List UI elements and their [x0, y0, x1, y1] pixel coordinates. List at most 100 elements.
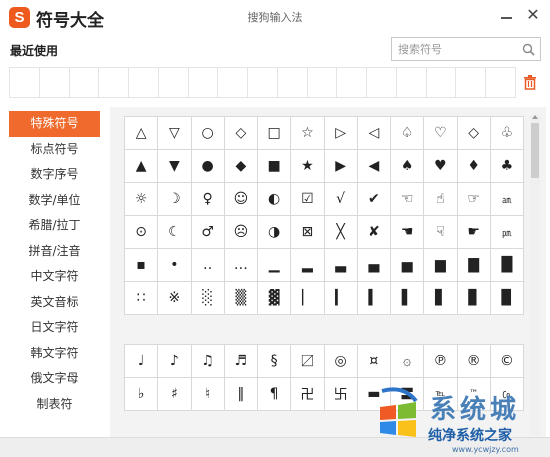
- symbol-cell[interactable]: …: [224, 249, 258, 282]
- sidebar-item[interactable]: 特殊符号: [9, 111, 100, 137]
- symbol-cell[interactable]: ▁: [258, 249, 292, 282]
- symbol-cell[interactable]: §: [258, 345, 292, 378]
- recent-symbol-slot[interactable]: [159, 68, 189, 97]
- recent-symbol-slot[interactable]: [308, 68, 338, 97]
- recent-symbol-slot[interactable]: [486, 68, 515, 97]
- symbol-cell[interactable]: 〼: [291, 345, 325, 378]
- recent-symbol-slot[interactable]: [10, 68, 40, 97]
- search-icon[interactable]: [522, 43, 535, 56]
- symbol-cell[interactable]: ☟: [424, 216, 458, 249]
- recent-symbol-slot[interactable]: [456, 68, 487, 97]
- scroll-up-arrow-icon[interactable]: [532, 115, 538, 119]
- scroll-thumb[interactable]: [531, 123, 539, 178]
- symbol-cell[interactable]: ▲: [125, 150, 159, 183]
- symbol-cell[interactable]: ▋: [424, 282, 458, 315]
- symbol-cell[interactable]: █: [490, 249, 524, 282]
- symbol-cell[interactable]: ♣: [490, 150, 524, 183]
- symbol-cell[interactable]: ♤: [391, 117, 425, 150]
- symbol-cell[interactable]: ▇: [457, 249, 491, 282]
- symbol-cell[interactable]: ▷: [324, 117, 358, 150]
- sidebar-item[interactable]: 制表符: [9, 392, 100, 418]
- symbol-cell[interactable]: ♭: [125, 378, 159, 411]
- sidebar-item[interactable]: 韩文字符: [9, 341, 100, 367]
- symbol-cell[interactable]: ▄: [357, 249, 391, 282]
- symbol-cell[interactable]: △: [125, 117, 159, 150]
- symbol-cell[interactable]: ⊙: [125, 216, 159, 249]
- recent-symbol-slot[interactable]: [427, 68, 457, 97]
- recent-symbol-slot[interactable]: [278, 68, 308, 97]
- recent-symbol-slot[interactable]: [99, 68, 130, 97]
- symbol-cell[interactable]: ▎: [324, 282, 358, 315]
- symbol-cell[interactable]: ♦: [457, 150, 491, 183]
- symbol-cell[interactable]: ◀: [357, 150, 391, 183]
- symbol-cell[interactable]: ▌: [391, 282, 425, 315]
- symbol-cell[interactable]: ♫: [191, 345, 225, 378]
- symbol-cell[interactable]: ▓: [258, 282, 292, 315]
- symbol-cell[interactable]: ■: [258, 150, 292, 183]
- sidebar-item[interactable]: 拼音/注音: [9, 239, 100, 265]
- symbol-cell[interactable]: ☚: [391, 216, 425, 249]
- symbol-cell[interactable]: ♬: [224, 345, 258, 378]
- symbol-cell[interactable]: ♯: [158, 378, 192, 411]
- symbol-cell[interactable]: ♩: [125, 345, 159, 378]
- symbol-cell[interactable]: ▶: [324, 150, 358, 183]
- symbol-cell[interactable]: ㏘: [490, 216, 524, 249]
- symbol-cell[interactable]: ╳: [324, 216, 358, 249]
- symbol-cell[interactable]: ▍: [357, 282, 391, 315]
- symbol-cell[interactable]: ∷: [125, 282, 159, 315]
- symbol-cell[interactable]: ◁: [357, 117, 391, 150]
- symbol-cell[interactable]: ۞: [391, 345, 425, 378]
- symbol-cell[interactable]: ♪: [158, 345, 192, 378]
- symbol-cell[interactable]: ▏: [291, 282, 325, 315]
- symbol-cell[interactable]: ▃: [324, 249, 358, 282]
- minimize-button[interactable]: [500, 8, 514, 24]
- symbol-cell[interactable]: ⊠: [291, 216, 325, 249]
- sidebar-item[interactable]: 标点符号: [9, 137, 100, 163]
- symbol-cell[interactable]: ¤: [357, 345, 391, 378]
- symbol-cell[interactable]: ♡: [424, 117, 458, 150]
- symbol-cell[interactable]: ®: [457, 345, 491, 378]
- symbol-cell[interactable]: ☜: [391, 183, 425, 216]
- recent-symbol-slot[interactable]: [218, 68, 249, 97]
- sidebar-item[interactable]: 俄文字母: [9, 366, 100, 392]
- symbol-cell[interactable]: □: [258, 117, 292, 150]
- symbol-cell[interactable]: ☽: [158, 183, 192, 216]
- symbol-cell[interactable]: ◆: [224, 150, 258, 183]
- symbol-cell[interactable]: ◐: [258, 183, 292, 216]
- symbol-cell[interactable]: •: [158, 249, 192, 282]
- symbol-cell[interactable]: ▼: [158, 150, 192, 183]
- symbol-cell[interactable]: ☆: [291, 117, 325, 150]
- recent-symbol-slot[interactable]: [189, 68, 219, 97]
- symbol-cell[interactable]: ☼: [125, 183, 159, 216]
- symbol-cell[interactable]: ♠: [391, 150, 425, 183]
- symbol-cell[interactable]: 卐: [324, 378, 358, 411]
- search-input[interactable]: [398, 41, 518, 57]
- symbol-cell[interactable]: ▽: [158, 117, 192, 150]
- search-box[interactable]: [391, 37, 541, 61]
- symbol-cell[interactable]: ◇: [224, 117, 258, 150]
- recent-symbol-slot[interactable]: [397, 68, 427, 97]
- symbol-cell[interactable]: ▪: [125, 249, 159, 282]
- symbol-cell[interactable]: ◑: [258, 216, 292, 249]
- symbol-cell[interactable]: ☺: [224, 183, 258, 216]
- symbol-cell[interactable]: ▒: [224, 282, 258, 315]
- symbol-cell[interactable]: ♮: [191, 378, 225, 411]
- symbol-cell[interactable]: ▂: [291, 249, 325, 282]
- sidebar-item[interactable]: 数学/单位: [9, 188, 100, 214]
- symbol-cell[interactable]: ♧: [490, 117, 524, 150]
- symbol-cell[interactable]: ※: [158, 282, 192, 315]
- symbol-cell[interactable]: √: [324, 183, 358, 216]
- symbol-cell[interactable]: ◇: [457, 117, 491, 150]
- symbol-cell[interactable]: ★: [291, 150, 325, 183]
- sidebar-item[interactable]: 中文字符: [9, 264, 100, 290]
- symbol-cell[interactable]: ✔: [357, 183, 391, 216]
- symbol-cell[interactable]: ‥: [191, 249, 225, 282]
- symbol-cell[interactable]: 卍: [291, 378, 325, 411]
- close-button[interactable]: ✕: [524, 5, 542, 25]
- symbol-cell[interactable]: ♥: [424, 150, 458, 183]
- symbol-cell[interactable]: ●: [191, 150, 225, 183]
- sidebar-item[interactable]: 数字序号: [9, 162, 100, 188]
- symbol-cell[interactable]: ○: [191, 117, 225, 150]
- symbol-cell[interactable]: ▆: [424, 249, 458, 282]
- symbol-cell[interactable]: ▊: [457, 282, 491, 315]
